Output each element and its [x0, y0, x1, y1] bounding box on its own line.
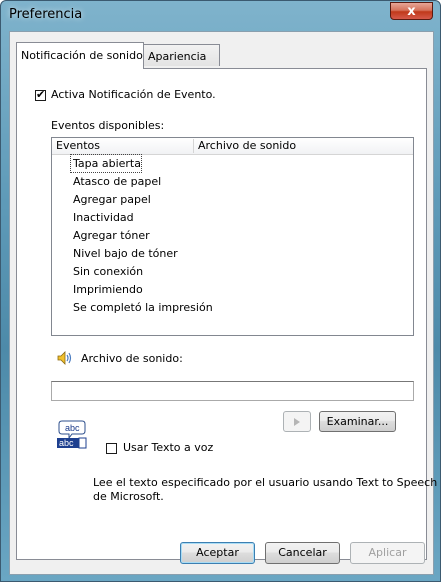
sound-file-input[interactable] — [51, 381, 414, 401]
event-row-paper-jam[interactable]: Atasco de papel — [71, 173, 161, 190]
activate-notification-checkbox[interactable] — [35, 88, 46, 101]
tab-sound-notification[interactable]: Notificación de sonido — [16, 42, 144, 69]
event-row-low-toner[interactable]: Nivel bajo de tóner — [71, 245, 178, 262]
window-title: Preferencia — [9, 7, 83, 22]
activate-notification-label[interactable]: Activa Notificación de Evento. — [51, 88, 216, 101]
event-row-print-complete[interactable]: Se completó la impresión — [71, 299, 213, 316]
listview-header: Eventos Archivo de sonido — [52, 138, 413, 155]
play-icon — [294, 418, 300, 426]
column-header-events[interactable]: Eventos — [52, 139, 194, 153]
play-button[interactable] — [283, 411, 311, 432]
use-tts-label[interactable]: Usar Texto a voz — [123, 441, 213, 454]
close-button[interactable]: x — [390, 2, 433, 20]
use-tts-checkbox[interactable] — [106, 443, 117, 454]
abc-text-icon: abc abc — [57, 420, 87, 449]
tab-panel: Activa Notificación de Evento. Eventos d… — [16, 68, 437, 560]
events-listview[interactable]: Eventos Archivo de sonido Tapa abierta A… — [51, 137, 414, 336]
tab-label: Apariencia — [148, 50, 207, 63]
event-row-idle[interactable]: Inactividad — [71, 209, 134, 226]
event-row-add-paper[interactable]: Agregar papel — [71, 191, 151, 208]
apply-button[interactable]: Aplicar — [350, 542, 425, 564]
title-bar[interactable]: Preferencia x — [1, 1, 440, 29]
speaker-icon — [57, 351, 72, 365]
dialog-client-area: Notificación de sonido Apariencia Activa… — [9, 31, 437, 575]
tts-description-line1: Lee el texto especificado por el usuario… — [93, 476, 438, 489]
abc-highlight-text: abc — [59, 438, 74, 448]
browse-button[interactable]: Examinar... — [319, 411, 396, 432]
close-icon: x — [407, 4, 416, 19]
abc-bubble-text: abc — [65, 423, 80, 433]
column-header-sound-file[interactable]: Archivo de sonido — [194, 139, 415, 153]
event-row-printing[interactable]: Imprimiendo — [71, 281, 143, 298]
tab-appearance[interactable]: Apariencia — [143, 44, 220, 66]
cancel-button[interactable]: Cancelar — [265, 542, 340, 564]
sound-file-label: Archivo de sonido: — [81, 352, 183, 365]
preferences-window: Preferencia x Notificación de sonido Apa… — [0, 0, 441, 582]
available-events-label: Eventos disponibles: — [51, 119, 165, 132]
tts-description-line2: de Microsoft. — [93, 490, 164, 503]
event-row-offline[interactable]: Sin conexión — [71, 263, 143, 280]
ok-button[interactable]: Aceptar — [180, 542, 255, 564]
event-row-add-toner[interactable]: Agregar tóner — [71, 227, 150, 244]
event-row-lid-open[interactable]: Tapa abierta — [70, 154, 142, 173]
tab-label: Notificación de sonido — [21, 49, 143, 62]
